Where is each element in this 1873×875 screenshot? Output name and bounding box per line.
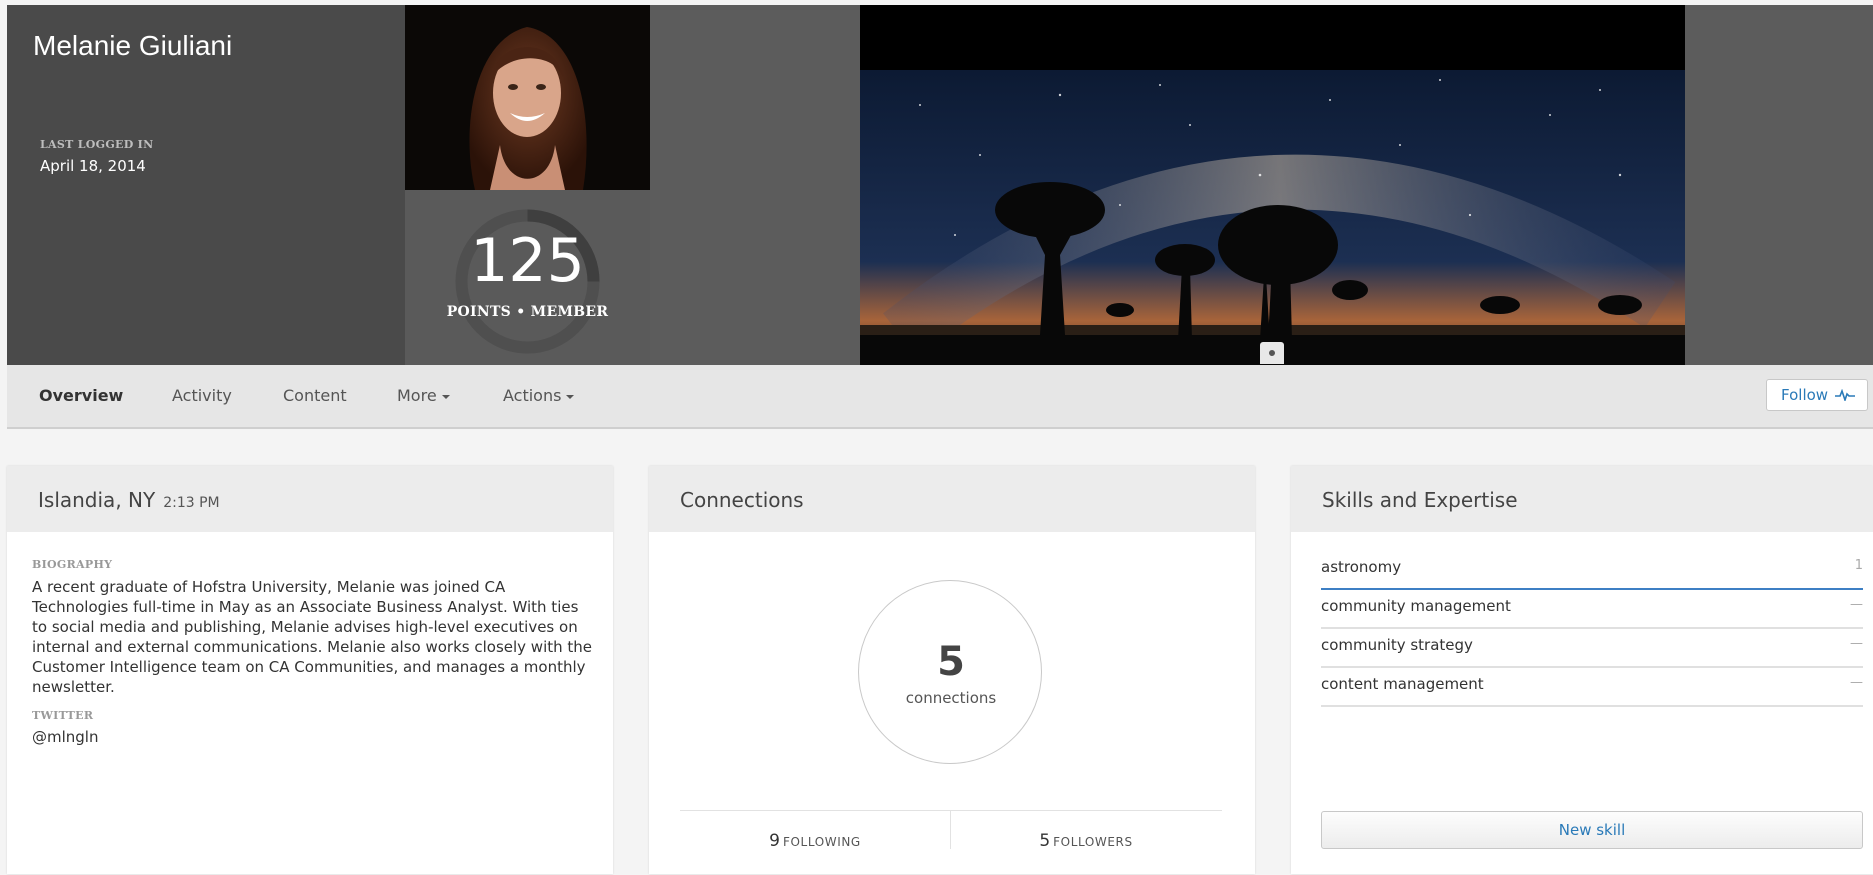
following-count: 9 (769, 831, 780, 851)
following-label: FOLLOWING (783, 835, 861, 849)
new-skill-button[interactable]: New skill (1321, 811, 1863, 849)
connections-card-header: Connections (649, 466, 1255, 532)
twitter-label: TWITTER (32, 709, 94, 722)
followers-count: 5 (1039, 831, 1051, 851)
profile-nav: Overview Activity Content More Actions F… (7, 365, 1873, 429)
points-value: 125 (470, 226, 585, 296)
activity-pulse-icon (1835, 389, 1855, 401)
skill-endorsement-count: 1 (1854, 558, 1863, 573)
points-panel: 125 POINTS • MEMBER (405, 190, 650, 365)
profile-name: Melanie Giuliani (33, 30, 233, 61)
last-logged-in-label: LAST LOGGED IN (40, 138, 154, 151)
tab-overview[interactable]: Overview (39, 386, 123, 405)
tab-activity-label: Activity (172, 386, 232, 405)
skill-name: astronomy (1321, 558, 1402, 576)
last-logged-in-date: April 18, 2014 (40, 157, 146, 175)
skill-name: community management (1321, 597, 1511, 615)
actions-dropdown[interactable]: Actions (503, 386, 575, 405)
follow-label: Follow (1781, 386, 1829, 404)
tab-content[interactable]: Content (283, 386, 347, 405)
twitter-handle[interactable]: @mlngln (32, 728, 98, 746)
avatar[interactable] (405, 5, 650, 190)
local-time: 2:13 PM (163, 495, 220, 511)
carousel-indicator[interactable] (1260, 342, 1284, 364)
skill-item[interactable]: astronomy 1 (1321, 550, 1863, 590)
location-title: Islandia, NY 2:13 PM (38, 488, 220, 512)
carousel-dot-icon (1269, 350, 1275, 356)
skills-title: Skills and Expertise (1322, 488, 1518, 512)
skill-name: content management (1321, 675, 1484, 693)
caret-down-icon (566, 394, 575, 399)
connections-count: 5 (937, 639, 965, 685)
following-stat[interactable]: 9 FOLLOWING (680, 831, 950, 851)
skill-item[interactable]: community strategy — (1321, 628, 1863, 668)
follow-button[interactable]: Follow (1766, 379, 1868, 411)
connections-label: connections (905, 689, 997, 707)
caret-down-icon (441, 394, 450, 399)
skill-endorsement-count: — (1850, 675, 1863, 690)
cover-photo (860, 5, 1685, 365)
skill-endorsement-count: — (1850, 597, 1863, 612)
follow-stats: 9 FOLLOWING 5 FOLLOWERS (680, 810, 1222, 875)
more-label: More (397, 386, 437, 405)
biography-label: BIOGRAPHY (32, 558, 113, 571)
tab-content-label: Content (283, 386, 347, 405)
tab-overview-label: Overview (39, 386, 124, 405)
skill-name: community strategy (1321, 636, 1473, 654)
location-text: Islandia, NY (38, 488, 156, 512)
skill-endorsement-count: — (1850, 636, 1863, 651)
skill-item[interactable]: content management — (1321, 667, 1863, 707)
skill-item[interactable]: community management — (1321, 589, 1863, 629)
actions-label: Actions (503, 386, 562, 405)
followers-label: FOLLOWERS (1053, 835, 1133, 849)
points-label: POINTS • MEMBER (446, 304, 609, 320)
more-dropdown[interactable]: More (397, 386, 450, 405)
connections-title: Connections (680, 488, 804, 512)
connections-circle[interactable]: 5 connections (858, 580, 1042, 764)
skills-card-header: Skills and Expertise (1291, 466, 1873, 532)
tab-activity[interactable]: Activity (172, 386, 232, 405)
followers-stat[interactable]: 5 FOLLOWERS (951, 831, 1221, 851)
biography-text: A recent graduate of Hofstra University,… (32, 578, 593, 696)
location-card-header: Islandia, NY 2:13 PM (7, 466, 613, 532)
